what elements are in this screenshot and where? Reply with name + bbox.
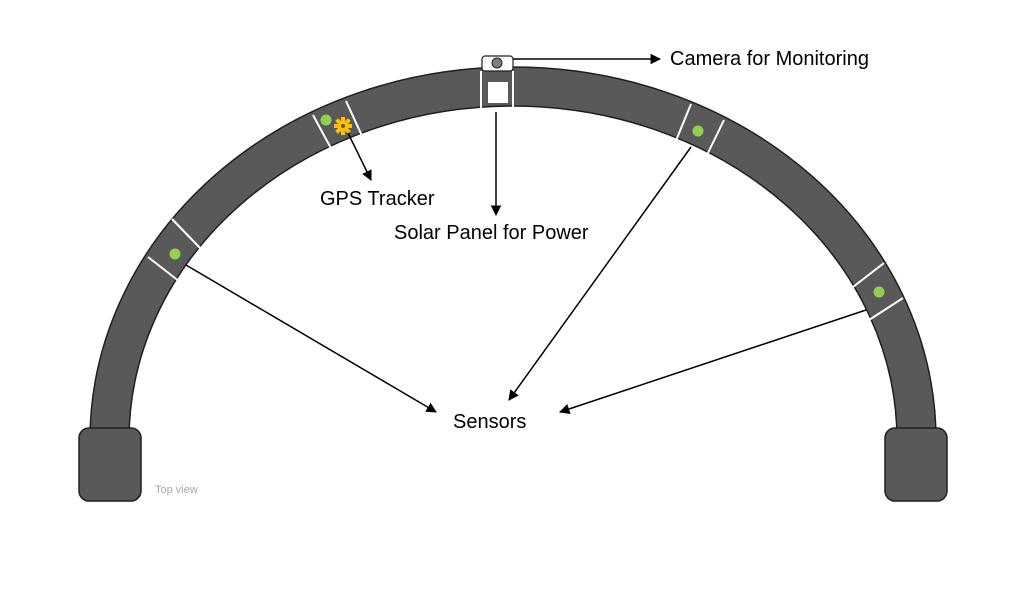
label-solar: Solar Panel for Power bbox=[394, 222, 589, 244]
label-top-view: Top view bbox=[155, 484, 198, 496]
arrow-sensor-right-bottom bbox=[559, 309, 867, 414]
label-camera: Camera for Monitoring bbox=[670, 48, 869, 70]
sensor-dot-left bbox=[169, 248, 181, 260]
label-sensors: Sensors bbox=[453, 411, 526, 433]
solar-panel-icon bbox=[488, 82, 508, 103]
sensor-dot-right-bottom bbox=[873, 286, 885, 298]
foot-right bbox=[884, 427, 948, 502]
diagram-canvas: Camera for Monitoring GPS Tracker Solar … bbox=[0, 0, 1020, 609]
sensor-dot-right-top bbox=[692, 125, 704, 137]
sensor-dot-gps-segment bbox=[320, 114, 332, 126]
gear-icon bbox=[334, 117, 352, 135]
arrow-gps bbox=[347, 132, 372, 181]
label-gps: GPS Tracker bbox=[320, 188, 435, 210]
arrow-sensor-left bbox=[185, 264, 437, 413]
foot-left bbox=[78, 427, 142, 502]
arch-band bbox=[89, 66, 937, 441]
arch-diagram: Camera for Monitoring GPS Tracker Solar … bbox=[78, 48, 948, 502]
camera-icon bbox=[481, 55, 514, 72]
arrow-sensor-right-top bbox=[508, 146, 692, 401]
